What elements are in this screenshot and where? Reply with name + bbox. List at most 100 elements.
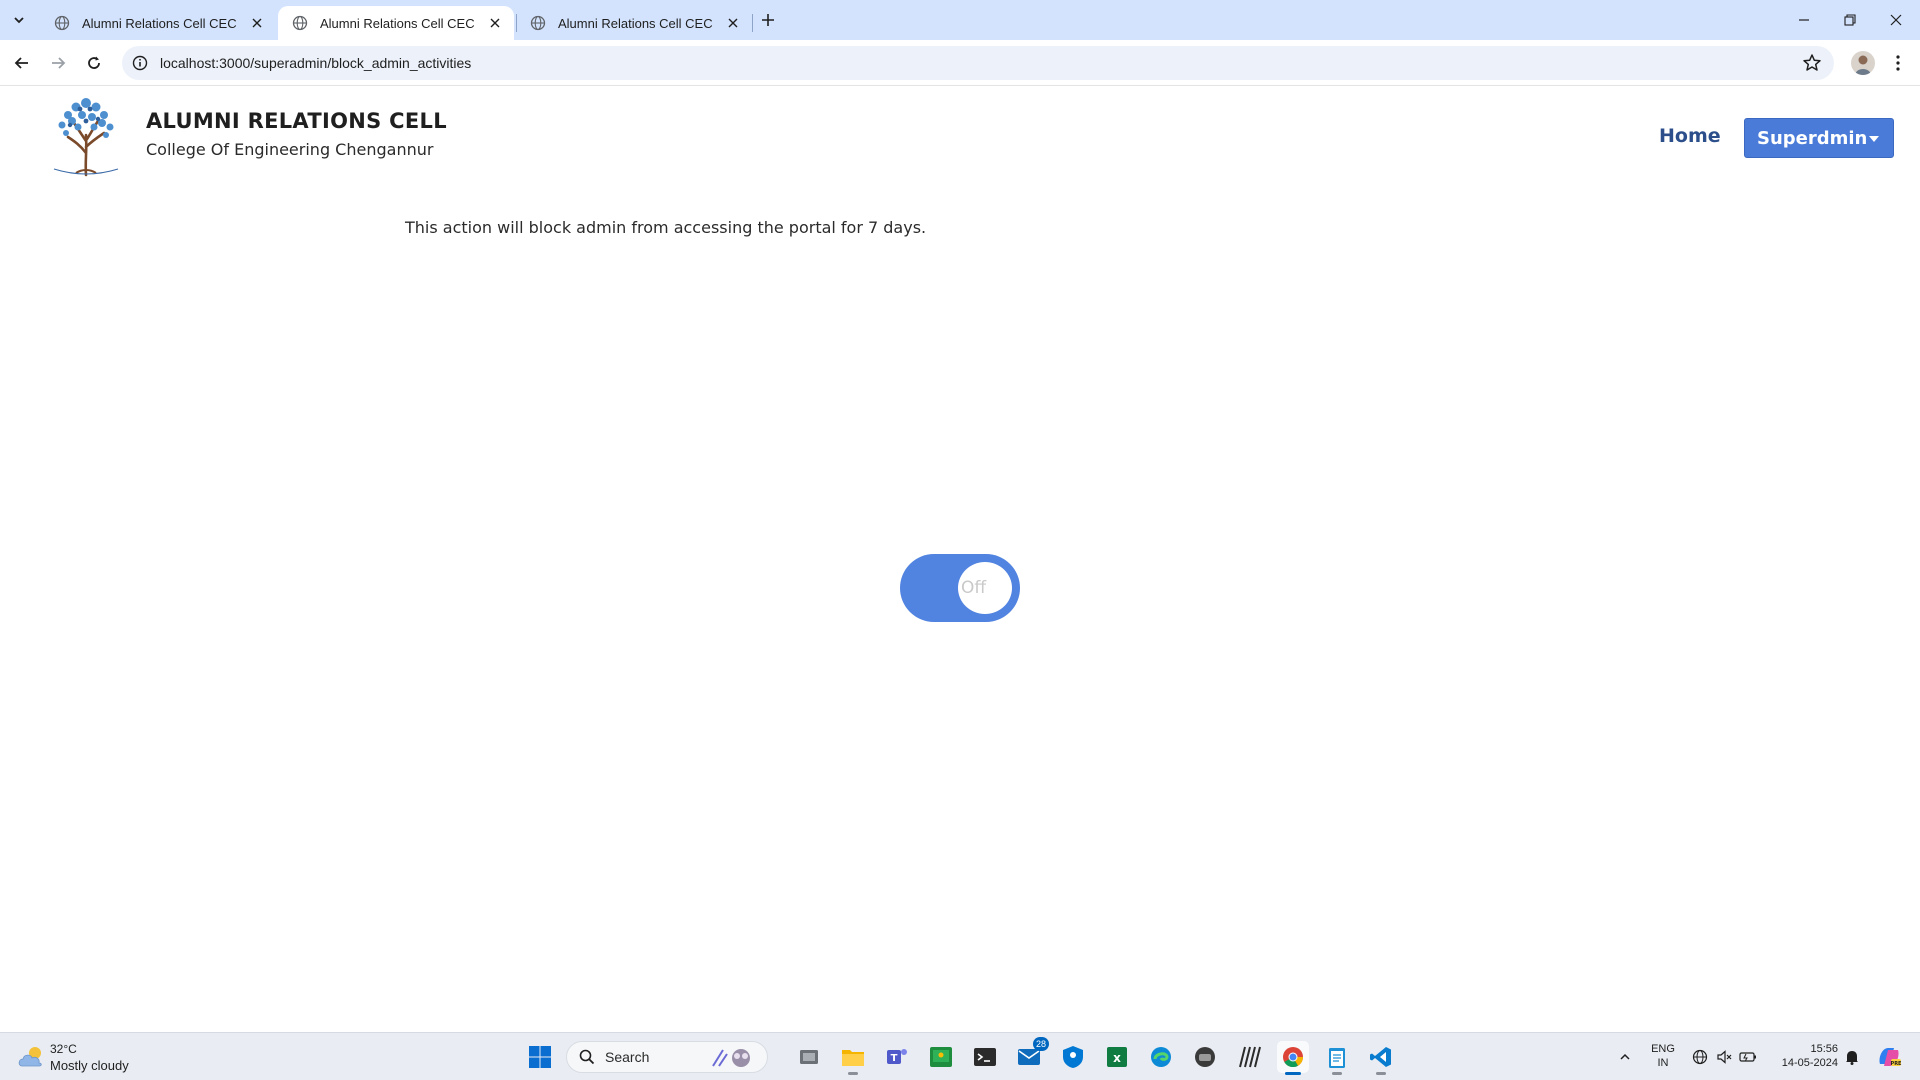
close-icon — [252, 18, 262, 28]
taskbar-notepad[interactable] — [1321, 1041, 1353, 1075]
search-icon — [579, 1049, 595, 1065]
browser-menu-button[interactable] — [1886, 50, 1910, 76]
browser-tab-3[interactable]: Alumni Relations Cell CEC — [516, 6, 752, 40]
tab-title: Alumni Relations Cell CEC — [82, 15, 237, 31]
restore-icon — [1844, 14, 1856, 26]
clock-time: 15:56 — [1810, 1043, 1838, 1055]
active-indicator — [1285, 1072, 1301, 1075]
taskbar-file-explorer[interactable] — [837, 1041, 869, 1075]
weather-description[interactable]: Mostly cloudy — [50, 1058, 129, 1073]
clock[interactable]: 15:56 14-05-2024 — [1770, 1043, 1838, 1069]
new-tab-button[interactable] — [756, 8, 780, 32]
site-info-icon[interactable] — [132, 55, 148, 71]
search-label: Search — [605, 1049, 650, 1065]
url-text[interactable]: localhost:3000/superadmin/block_admin_ac… — [160, 55, 471, 71]
edge-icon — [1151, 1047, 1171, 1067]
running-indicator — [1376, 1072, 1386, 1075]
minimize-button[interactable] — [1789, 6, 1819, 34]
chrome-icon — [1283, 1047, 1304, 1068]
task-view-button[interactable] — [793, 1041, 825, 1073]
battery-status[interactable] — [1738, 1047, 1758, 1067]
user-menu-label: Superdmin — [1757, 127, 1868, 149]
chevron-down-icon — [14, 17, 24, 24]
taskbar-mail[interactable]: 28 — [1013, 1037, 1049, 1073]
mail-unread-badge: 28 — [1032, 1037, 1049, 1051]
svg-text:PRE: PRE — [1891, 1061, 1902, 1067]
more-vertical-icon — [1896, 55, 1900, 71]
arrow-left-icon — [14, 57, 28, 69]
folder-icon — [842, 1050, 864, 1066]
taskbar-chrome[interactable] — [1277, 1041, 1309, 1075]
taskbar-app-stripes[interactable] — [1233, 1041, 1265, 1073]
user-menu-dropdown[interactable]: Superdmin — [1744, 118, 1894, 158]
running-indicator — [848, 1072, 858, 1075]
minimize-icon — [1799, 19, 1809, 21]
clock-date: 14-05-2024 — [1781, 1057, 1838, 1069]
reload-button[interactable] — [80, 49, 108, 77]
vscode-icon — [1370, 1047, 1391, 1067]
restore-button[interactable] — [1835, 6, 1865, 34]
close-icon — [1890, 14, 1902, 26]
site-subtitle: College Of Engineering Chengannur — [146, 140, 434, 159]
taskbar-vscode[interactable] — [1365, 1041, 1397, 1075]
window-close-button[interactable] — [1881, 6, 1911, 34]
tab-close-button[interactable] — [248, 14, 266, 32]
taskbar-media-app[interactable] — [1189, 1041, 1221, 1073]
region-code: IN — [1657, 1057, 1669, 1069]
taskbar-edge[interactable] — [1145, 1041, 1177, 1073]
college-tree-logo — [53, 98, 119, 177]
bookmark-star-icon[interactable] — [1802, 53, 1822, 73]
browser-tab-2[interactable]: Alumni Relations Cell CEC — [278, 6, 514, 40]
language-indicator[interactable]: ENG IN — [1648, 1043, 1678, 1069]
nav-home-link[interactable]: Home — [1659, 125, 1721, 147]
profile-avatar[interactable] — [1851, 51, 1875, 75]
reload-icon — [88, 56, 100, 69]
cloudy-weather-icon[interactable] — [16, 1042, 46, 1072]
browser-tab-1[interactable]: Alumni Relations Cell CEC — [40, 6, 276, 40]
taskbar-store[interactable] — [1057, 1041, 1089, 1073]
person-icon — [1855, 55, 1871, 75]
network-status[interactable] — [1690, 1047, 1710, 1067]
browser-toolbar: localhost:3000/superadmin/block_admin_ac… — [0, 40, 1920, 86]
taskbar-classroom[interactable] — [925, 1041, 957, 1073]
toggle-state-label: Off — [961, 578, 987, 598]
tab-close-button[interactable] — [486, 14, 504, 32]
taskbar-search[interactable]: Search — [566, 1041, 768, 1073]
running-indicator — [1332, 1072, 1342, 1075]
globe-network-icon — [1692, 1049, 1708, 1065]
address-bar[interactable]: localhost:3000/superadmin/block_admin_ac… — [122, 46, 1834, 80]
block-admin-toggle[interactable]: Off — [900, 554, 1020, 622]
globe-icon — [292, 15, 308, 31]
task-view-icon — [800, 1050, 818, 1064]
windows-taskbar: 32°C Mostly cloudy Search T 28 x ENG IN … — [0, 1032, 1920, 1080]
chevron-up-icon — [1620, 1053, 1630, 1060]
search-highlight-icon — [712, 1049, 750, 1067]
terminal-icon — [974, 1048, 996, 1066]
back-button[interactable] — [8, 49, 36, 77]
bell-icon — [1846, 1051, 1858, 1065]
start-button[interactable] — [524, 1041, 556, 1073]
svg-text:T: T — [891, 1053, 898, 1064]
copilot-button[interactable]: PRE — [1875, 1043, 1903, 1071]
tab-search-button[interactable] — [6, 8, 32, 32]
tab-close-button[interactable] — [724, 14, 742, 32]
taskbar-terminal[interactable] — [969, 1041, 1001, 1073]
site-title: ALUMNI RELATIONS CELL — [146, 109, 447, 133]
weather-temperature[interactable]: 32°C — [50, 1042, 77, 1056]
excel-icon: x — [1107, 1047, 1127, 1067]
show-hidden-icons[interactable] — [1615, 1047, 1635, 1067]
taskbar-excel[interactable]: x — [1101, 1041, 1133, 1073]
tab-title: Alumni Relations Cell CEC — [320, 15, 475, 31]
plus-icon — [762, 14, 774, 26]
taskbar-teams[interactable]: T — [881, 1041, 913, 1073]
close-icon — [490, 18, 500, 28]
tab-title: Alumni Relations Cell CEC — [558, 15, 713, 31]
copilot-icon: PRE — [1879, 1048, 1902, 1067]
notifications-button[interactable] — [1842, 1047, 1862, 1067]
windows-logo-icon — [529, 1046, 551, 1068]
volume-muted[interactable] — [1714, 1047, 1734, 1067]
globe-icon — [54, 15, 70, 31]
teams-icon: T — [887, 1049, 907, 1064]
arrow-right-icon — [52, 57, 66, 69]
forward-button[interactable] — [44, 49, 72, 77]
